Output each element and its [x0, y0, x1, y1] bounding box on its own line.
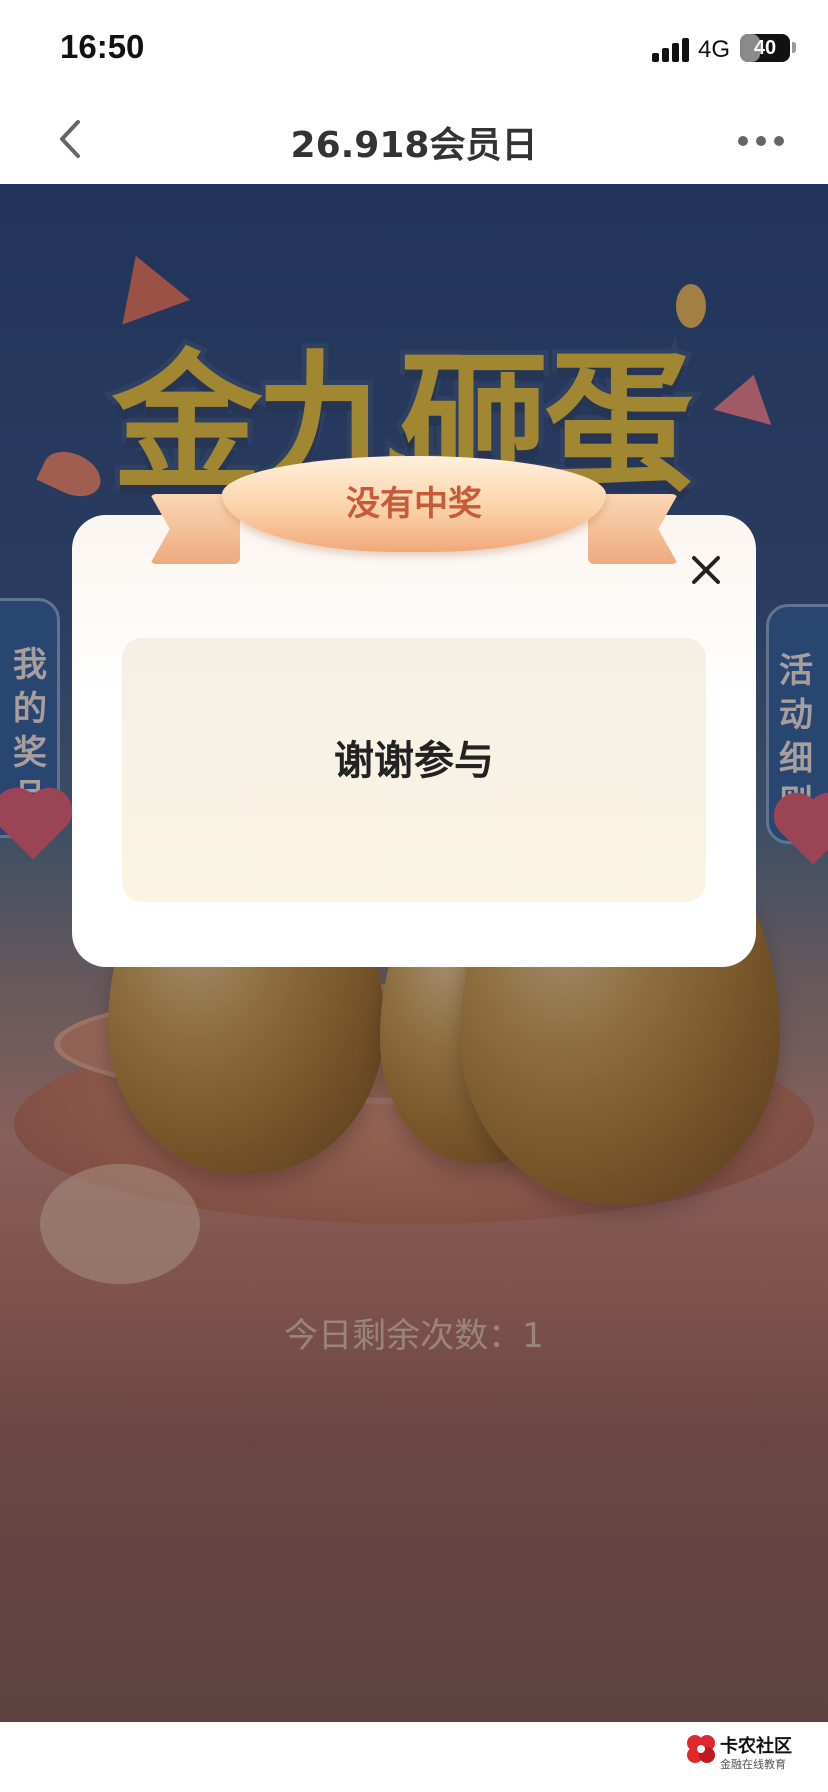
nav-bar: 26.918会员日	[0, 96, 828, 184]
battery-tip	[792, 42, 796, 53]
close-icon	[692, 556, 720, 584]
status-bar: 16:50 4G 40	[0, 0, 828, 96]
footer-brand: 卡农社区	[720, 1736, 792, 1757]
signal-icon	[652, 38, 690, 62]
close-button[interactable]	[682, 546, 730, 594]
result-message: 谢谢参与	[334, 738, 494, 784]
more-button[interactable]	[730, 120, 790, 160]
ribbon-title: 没有中奖	[346, 484, 482, 524]
battery-level: 40	[753, 37, 777, 59]
page-title: 26.918会员日	[290, 125, 538, 166]
footer-tagline: 金融在线教育	[720, 1758, 786, 1771]
more-dot-icon	[756, 136, 766, 146]
more-dot-icon	[738, 136, 748, 146]
battery-icon: 40	[740, 34, 790, 62]
network-label: 4G	[698, 36, 731, 63]
brand-logo-icon	[687, 1735, 715, 1763]
status-time: 16:50	[60, 28, 145, 65]
footer: 卡农社区 金融在线教育	[0, 1722, 828, 1792]
page: 16:50 4G 40 26.918会员日 金九砸蛋 我的奖 活动细 今日剩余次…	[0, 0, 828, 1792]
more-dot-icon	[774, 136, 784, 146]
